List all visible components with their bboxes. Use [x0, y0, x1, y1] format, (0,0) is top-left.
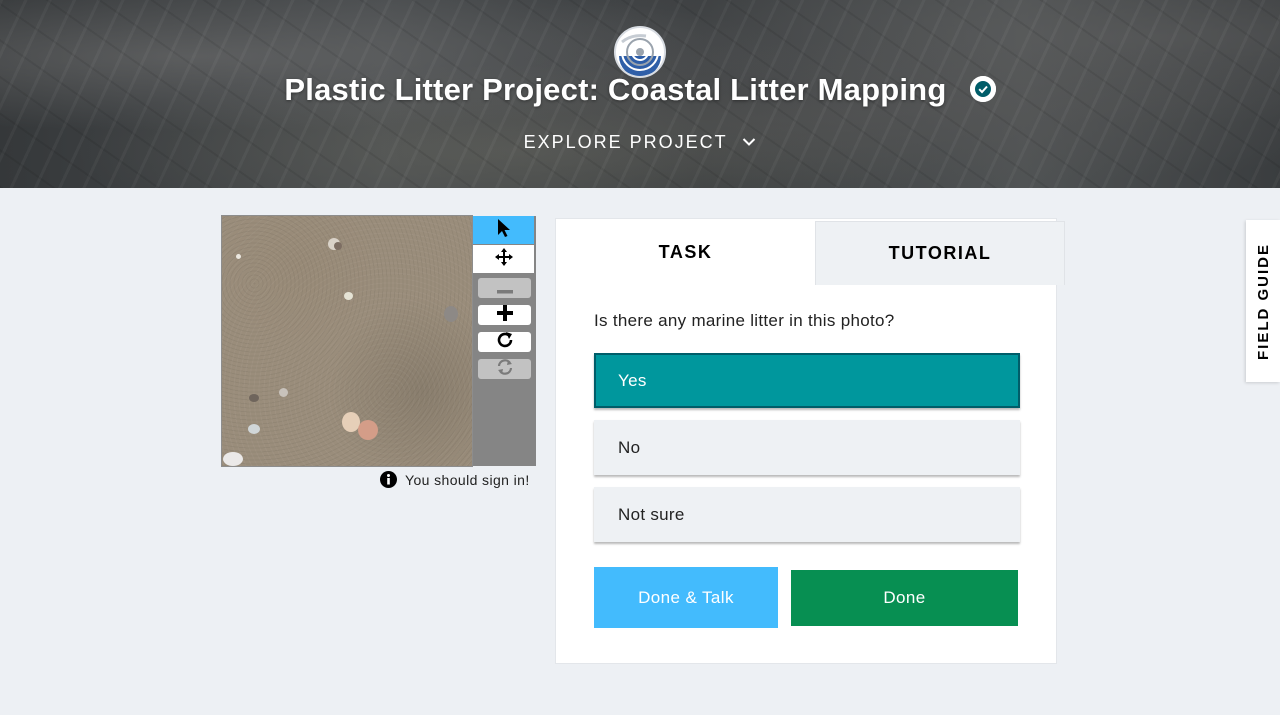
- project-title: Plastic Litter Project: Coastal Litter M…: [284, 72, 947, 107]
- answer-yes[interactable]: Yes: [594, 353, 1020, 408]
- minus-icon: [496, 279, 513, 298]
- pebble: [334, 242, 342, 250]
- pebble: [223, 452, 243, 466]
- pointer-icon: [496, 218, 512, 242]
- field-guide-label: FIELD GUIDE: [1254, 242, 1272, 360]
- explore-project-menu[interactable]: EXPLORE PROJECT: [0, 132, 1280, 154]
- answer-not-sure[interactable]: Not sure: [594, 487, 1020, 542]
- move-icon: [494, 247, 514, 271]
- pebble: [236, 254, 241, 259]
- reset-button[interactable]: [478, 359, 531, 379]
- answer-label: No: [618, 437, 641, 457]
- plus-icon: [496, 305, 513, 325]
- tab-tutorial-label: TUTORIAL: [888, 243, 992, 263]
- field-guide-tab[interactable]: FIELD GUIDE: [1246, 220, 1280, 382]
- done-and-talk-button[interactable]: Done & Talk: [594, 567, 778, 628]
- sign-in-notice: You should sign in!: [380, 471, 530, 488]
- pebble: [279, 388, 288, 397]
- pebble: [249, 394, 259, 402]
- tab-tutorial[interactable]: TUTORIAL: [815, 221, 1065, 285]
- move-tool-button[interactable]: [473, 245, 534, 273]
- answer-label: Not sure: [618, 504, 685, 524]
- info-icon: [380, 471, 397, 488]
- tab-task[interactable]: TASK: [556, 219, 815, 285]
- pebble: [344, 292, 353, 300]
- annotate-tool-button[interactable]: [473, 216, 534, 244]
- rotate-button[interactable]: [478, 332, 531, 352]
- project-logo-icon[interactable]: [614, 26, 666, 78]
- subject-image[interactable]: [221, 215, 473, 467]
- zoom-in-button[interactable]: [478, 305, 531, 325]
- reset-icon: [496, 358, 514, 380]
- zoom-out-button[interactable]: [478, 278, 531, 298]
- image-toolbar: [473, 216, 536, 466]
- pebble: [444, 306, 458, 322]
- project-header: Plastic Litter Project: Coastal Litter M…: [0, 0, 1280, 188]
- answer-no[interactable]: No: [594, 420, 1020, 475]
- tab-task-label: TASK: [658, 241, 713, 262]
- verified-check-icon: [969, 76, 996, 102]
- pebble: [248, 424, 260, 434]
- answer-label: Yes: [618, 370, 647, 390]
- chevron-down-icon: [742, 131, 756, 152]
- pebble: [358, 420, 378, 440]
- sign-in-text: You should sign in!: [405, 471, 530, 488]
- task-question: Is there any marine litter in this photo…: [594, 311, 895, 330]
- done-button[interactable]: Done: [791, 570, 1018, 626]
- explore-project-label: EXPLORE PROJECT: [523, 132, 728, 152]
- task-panel: TASK TUTORIAL Is there any marine litter…: [555, 218, 1065, 664]
- rotate-icon: [496, 331, 514, 353]
